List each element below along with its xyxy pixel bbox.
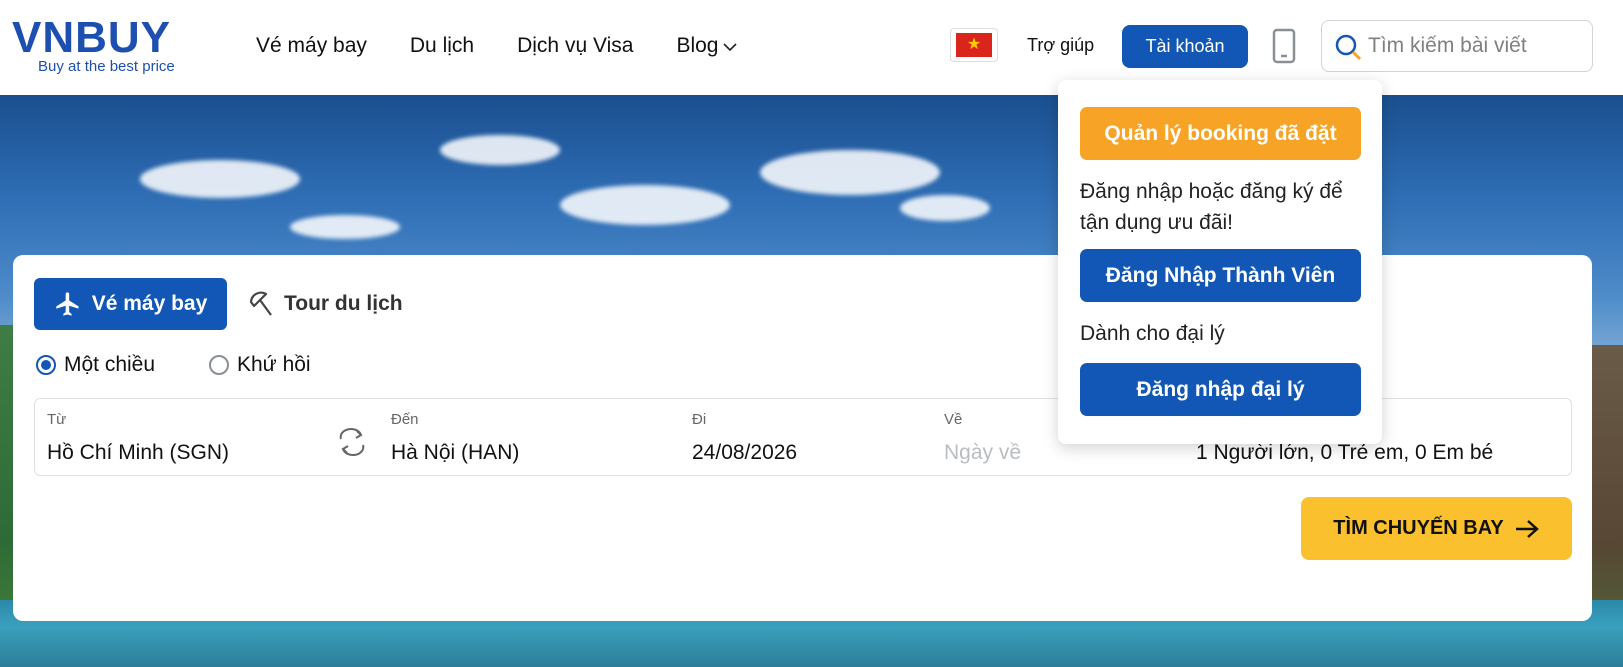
radio-label: Khứ hồi (237, 353, 311, 376)
manage-booking-button[interactable]: Quản lý booking đã đặt (1080, 107, 1361, 160)
login-prompt-text: Đăng nhập hoặc đăng ký để tận dụng ưu đã… (1080, 180, 1343, 234)
beach-umbrella-icon (249, 291, 272, 316)
nav-label: Vé máy bay (256, 34, 367, 57)
logo-tagline: Buy at the best price (38, 58, 175, 75)
field-placeholder: Ngày về (944, 441, 1022, 464)
site-header: VNBUY Buy at the best price Vé máy bay D… (0, 0, 1623, 95)
language-flag-button[interactable]: ★ (950, 28, 998, 62)
search-input[interactable] (1368, 31, 1578, 61)
trip-type-one-way[interactable]: Một chiều (36, 353, 155, 377)
account-button[interactable]: Tài khoản (1122, 25, 1248, 68)
depart-date-field[interactable]: Đi 24/08/2026 (692, 399, 912, 477)
from-field[interactable]: Từ Hồ Chí Minh (SGN) (47, 399, 327, 477)
field-value: Hà Nội (HAN) (391, 441, 520, 464)
tab-label: Tour du lịch (284, 292, 403, 315)
cloud-decoration (900, 195, 990, 221)
to-field[interactable]: Đến Hà Nội (HAN) (391, 399, 661, 477)
field-label: Từ (47, 411, 67, 428)
field-label: Đến (391, 411, 419, 428)
nav-label: Du lịch (409, 34, 475, 57)
tab-tours[interactable]: Tour du lịch (246, 278, 403, 330)
swap-icon[interactable] (335, 427, 369, 457)
mobile-phone-icon[interactable] (1272, 28, 1296, 64)
arrow-right-icon (1515, 519, 1539, 538)
nav-label: Dịch vụ Visa (517, 34, 634, 57)
site-logo[interactable]: VNBUY Buy at the best price (12, 16, 227, 76)
nav-item-visa[interactable]: Dịch vụ Visa (517, 34, 633, 58)
logo-wordmark: VNBUY (12, 13, 172, 62)
trip-type-round-trip[interactable]: Khứ hồi (209, 353, 311, 377)
tab-flights[interactable]: Vé máy bay (34, 278, 227, 330)
cloud-decoration (290, 215, 400, 239)
field-value: 24/08/2026 (692, 441, 798, 464)
cloud-decoration (440, 135, 560, 165)
vietnam-flag-icon: ★ (956, 33, 992, 57)
search-icon[interactable] (1334, 33, 1362, 61)
radio-unchecked-icon (209, 355, 229, 375)
cloud-decoration (140, 160, 300, 198)
button-label: TÌM CHUYẾN BAY (1333, 517, 1504, 539)
search-flights-button[interactable]: TÌM CHUYẾN BAY (1301, 497, 1572, 560)
field-label: Về (944, 411, 963, 428)
radio-label: Một chiều (64, 353, 156, 376)
agent-login-button[interactable]: Đăng nhập đại lý (1080, 363, 1361, 416)
nav-item-blog[interactable]: Blog (676, 34, 738, 58)
account-dropdown-menu: Quản lý booking đã đặt Đăng nhập hoặc đă… (1058, 80, 1382, 444)
field-value: 1 Người lớn, 0 Trẻ em, 0 Em bé (1196, 441, 1494, 464)
agent-prompt-text: Dành cho đại lý (1080, 322, 1225, 345)
field-label: Đi (692, 411, 707, 428)
member-login-button[interactable]: Đăng Nhập Thành Viên (1080, 249, 1361, 302)
nav-label: Blog (676, 34, 719, 57)
tab-label: Vé máy bay (91, 292, 208, 315)
field-value: Hồ Chí Minh (SGN) (47, 441, 230, 464)
cloud-decoration (560, 185, 730, 225)
search-box (1321, 20, 1593, 72)
help-link[interactable]: Trợ giúp (1027, 35, 1094, 56)
main-nav: Vé máy bay Du lịch Dịch vụ Visa Blog (256, 34, 780, 58)
nav-item-flights[interactable]: Vé máy bay (256, 34, 367, 58)
airplane-icon (56, 292, 79, 316)
radio-checked-icon (36, 355, 56, 375)
nav-item-travel[interactable]: Du lịch (410, 34, 474, 58)
cloud-decoration (760, 150, 940, 195)
chevron-down-icon (723, 43, 738, 52)
